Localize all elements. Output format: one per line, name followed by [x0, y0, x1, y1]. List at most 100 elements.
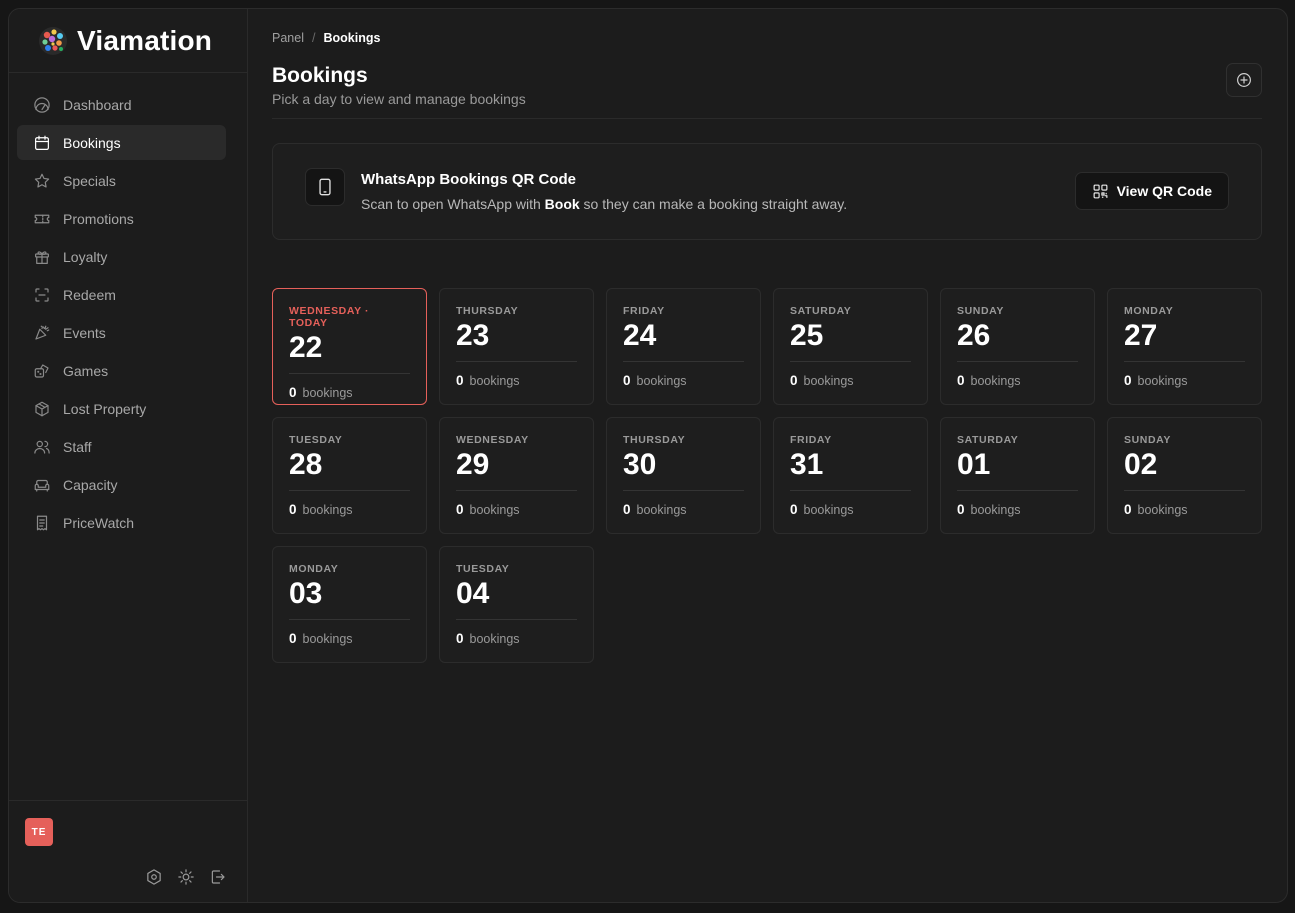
day-booking-count: 0 bookings — [623, 373, 744, 388]
booking-count-unit: bookings — [469, 632, 520, 646]
day-booking-count: 0 bookings — [456, 502, 577, 517]
booking-count-unit: bookings — [1137, 503, 1188, 517]
sidebar-item-capacity[interactable]: Capacity — [17, 467, 226, 502]
day-divider — [456, 619, 577, 620]
day-number: 22 — [289, 331, 323, 364]
booking-count-unit: bookings — [803, 503, 854, 517]
day-divider — [623, 361, 744, 362]
sidebar-item-lost-property[interactable]: Lost Property — [17, 391, 226, 426]
page-subtitle: Pick a day to view and manage bookings — [272, 91, 526, 107]
sidebar-item-bookings[interactable]: Bookings — [17, 125, 226, 160]
booking-count-value: 0 — [957, 502, 965, 517]
day-name: TUESDAY — [456, 563, 510, 575]
booking-count-unit: bookings — [302, 632, 353, 646]
day-card[interactable]: WEDNESDAY · TODAY 22 0 bookings — [272, 288, 427, 405]
day-divider — [790, 490, 911, 491]
view-qr-code-label: View QR Code — [1116, 183, 1212, 199]
box-icon — [33, 400, 51, 418]
day-card[interactable]: SUNDAY 26 0 bookings — [940, 288, 1095, 405]
day-booking-count: 0 bookings — [289, 502, 410, 517]
calendar-icon — [33, 134, 51, 152]
sidebar-item-staff[interactable]: Staff — [17, 429, 226, 464]
phone-icon-box — [305, 167, 345, 206]
booking-count-unit: bookings — [970, 374, 1021, 388]
day-booking-count: 0 bookings — [1124, 373, 1245, 388]
avatar[interactable]: TE — [25, 818, 53, 846]
qr-card-text: WhatsApp Bookings QR Code Scan to open W… — [361, 171, 847, 212]
booking-count-value: 0 — [289, 385, 297, 400]
day-number: 31 — [790, 448, 824, 481]
booking-count-value: 0 — [289, 631, 297, 646]
sidebar-item-label: Events — [63, 324, 106, 341]
booking-count-unit: bookings — [636, 374, 687, 388]
day-booking-count: 0 bookings — [456, 631, 577, 646]
dice-icon — [33, 362, 51, 380]
page-header: Bookings Pick a day to view and manage b… — [272, 63, 1262, 119]
gauge-icon — [33, 96, 51, 114]
day-name: THURSDAY — [456, 305, 519, 317]
day-card[interactable]: MONDAY 27 0 bookings — [1107, 288, 1262, 405]
day-booking-count: 0 bookings — [790, 502, 911, 517]
day-divider — [289, 373, 410, 374]
add-booking-button[interactable] — [1226, 63, 1262, 97]
star-icon — [33, 172, 51, 190]
day-card[interactable]: THURSDAY 30 0 bookings — [606, 417, 761, 534]
booking-count-value: 0 — [289, 502, 297, 517]
booking-count-value: 0 — [456, 373, 464, 388]
sidebar-item-redeem[interactable]: Redeem — [17, 277, 226, 312]
sidebar-item-events[interactable]: Events — [17, 315, 226, 350]
day-number: 01 — [957, 448, 991, 481]
booking-count-value: 0 — [790, 373, 798, 388]
receipt-icon — [33, 514, 51, 532]
day-card[interactable]: SATURDAY 25 0 bookings — [773, 288, 928, 405]
day-name: SATURDAY — [790, 305, 852, 317]
day-divider — [957, 490, 1078, 491]
day-card[interactable]: TUESDAY 04 0 bookings — [439, 546, 594, 663]
sidebar-item-specials[interactable]: Specials — [17, 163, 226, 198]
sidebar-item-promotions[interactable]: Promotions — [17, 201, 226, 236]
sun-icon[interactable] — [177, 868, 195, 886]
sidebar: Viamation Dashboard Bookings Specials Pr… — [9, 9, 248, 902]
day-name: FRIDAY — [790, 434, 832, 446]
gift-icon — [33, 248, 51, 266]
day-card[interactable]: SUNDAY 02 0 bookings — [1107, 417, 1262, 534]
day-booking-count: 0 bookings — [289, 385, 410, 400]
booking-count-unit: bookings — [302, 503, 353, 517]
brand[interactable]: Viamation — [9, 9, 247, 73]
party-popper-icon — [33, 324, 51, 342]
booking-count-value: 0 — [1124, 502, 1132, 517]
day-card[interactable]: TUESDAY 28 0 bookings — [272, 417, 427, 534]
day-number: 30 — [623, 448, 657, 481]
sidebar-item-dashboard[interactable]: Dashboard — [17, 87, 226, 122]
booking-count-unit: bookings — [803, 374, 854, 388]
sidebar-item-label: Games — [63, 362, 109, 379]
breadcrumb-root[interactable]: Panel — [272, 31, 304, 45]
day-number: 26 — [957, 319, 991, 352]
sidebar-item-loyalty[interactable]: Loyalty — [17, 239, 226, 274]
breadcrumb: Panel / Bookings — [272, 31, 1262, 45]
day-divider — [790, 361, 911, 362]
sidebar-item-games[interactable]: Games — [17, 353, 226, 388]
day-number: 29 — [456, 448, 490, 481]
day-card[interactable]: FRIDAY 24 0 bookings — [606, 288, 761, 405]
scan-icon — [33, 286, 51, 304]
qr-desc-after: so they can make a booking straight away… — [579, 196, 848, 212]
sofa-icon — [33, 476, 51, 494]
day-card[interactable]: WEDNESDAY 29 0 bookings — [439, 417, 594, 534]
day-name: MONDAY — [289, 563, 339, 575]
day-card[interactable]: MONDAY 03 0 bookings — [272, 546, 427, 663]
sidebar-item-label: Redeem — [63, 286, 116, 303]
sidebar-item-label: Lost Property — [63, 400, 147, 417]
day-card[interactable]: THURSDAY 23 0 bookings — [439, 288, 594, 405]
view-qr-code-button[interactable]: View QR Code — [1074, 172, 1229, 210]
day-booking-count: 0 bookings — [790, 373, 911, 388]
day-number: 25 — [790, 319, 824, 352]
sidebar-item-label: Specials — [63, 172, 116, 189]
sidebar-item-pricewatch[interactable]: PriceWatch — [17, 505, 226, 540]
day-card[interactable]: FRIDAY 31 0 bookings — [773, 417, 928, 534]
settings-icon[interactable] — [145, 868, 163, 886]
day-card[interactable]: SATURDAY 01 0 bookings — [940, 417, 1095, 534]
logout-icon[interactable] — [209, 868, 227, 886]
sidebar-item-label: Bookings — [63, 134, 121, 151]
day-number: 02 — [1124, 448, 1158, 481]
